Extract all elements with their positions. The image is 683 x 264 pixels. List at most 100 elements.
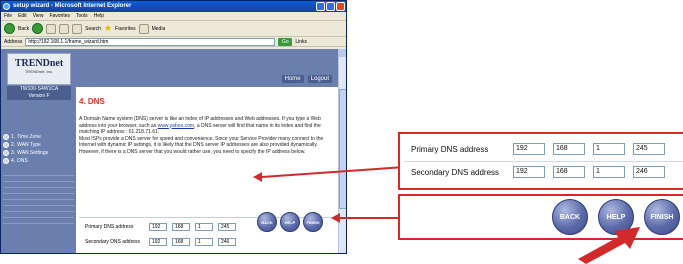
finish-pointer-arrow-icon bbox=[578, 227, 640, 264]
step-wan-type[interactable]: 2. WAN Type bbox=[3, 141, 74, 149]
menu-tools[interactable]: Tools bbox=[76, 12, 88, 20]
zoom-secondary-octet-4[interactable]: 246 bbox=[633, 166, 665, 178]
brand-logo-box: TRENDnet TRENDnet, Inc. bbox=[7, 53, 71, 85]
favorites-label[interactable]: Favorites bbox=[115, 26, 136, 32]
menu-view[interactable]: View bbox=[33, 12, 44, 20]
model-name: TW100-S4W1CA bbox=[19, 86, 59, 92]
home-link[interactable]: Home bbox=[281, 75, 304, 83]
arrow-line-buttons bbox=[339, 217, 399, 219]
stop-icon[interactable] bbox=[46, 23, 57, 34]
brand-logo: TRENDnet bbox=[14, 58, 64, 69]
arrow-head-dns bbox=[253, 172, 262, 182]
media-label[interactable]: Media bbox=[152, 26, 166, 32]
zoom-primary-label: Primary DNS address bbox=[411, 144, 489, 154]
zoom-primary-octet-1[interactable]: 192 bbox=[513, 143, 545, 155]
secondary-dns-label: Secondary DNS address bbox=[85, 239, 141, 245]
step-bullet-icon bbox=[3, 134, 9, 140]
scroll-thumb[interactable] bbox=[339, 89, 346, 209]
address-label: Address bbox=[4, 38, 23, 45]
menu-favorites[interactable]: Favorites bbox=[49, 12, 70, 20]
arrow-head-buttons bbox=[331, 213, 340, 223]
back-button[interactable]: BACK bbox=[257, 212, 277, 232]
secondary-dns-octet-4[interactable]: 246 bbox=[218, 238, 236, 246]
zoom-finish-button[interactable]: FINISH bbox=[644, 199, 680, 235]
desc-text-3: Most ISPs provide a DNS server for speed… bbox=[79, 135, 324, 155]
logout-link[interactable]: Logout bbox=[307, 75, 332, 83]
step-num: 1. bbox=[11, 134, 16, 140]
help-button[interactable]: HELP bbox=[280, 212, 300, 232]
back-label[interactable]: Back bbox=[18, 26, 29, 32]
primary-dns-octet-4[interactable]: 245 bbox=[218, 223, 236, 231]
address-input[interactable]: http://192.168.1.1/frame_wizard.htm bbox=[25, 37, 276, 46]
scroll-up-button[interactable] bbox=[339, 49, 346, 57]
zoom-secondary-label: Secondary DNS address bbox=[411, 167, 500, 177]
back-arrow-icon[interactable] bbox=[4, 23, 15, 34]
step-num: 2. bbox=[11, 142, 16, 148]
close-button[interactable] bbox=[336, 2, 345, 11]
zoom-secondary-row: Secondary DNS address 192 168 1 246 bbox=[411, 165, 673, 179]
zoom-secondary-octet-1[interactable]: 192 bbox=[513, 166, 545, 178]
model-version: Version F bbox=[28, 93, 50, 99]
secondary-dns-row: Secondary DNS address 192 168 1 246 bbox=[79, 237, 337, 247]
page-scrollbar[interactable] bbox=[338, 49, 346, 253]
step-label: DNS bbox=[17, 158, 28, 164]
menu-file[interactable]: File bbox=[4, 12, 12, 20]
favorites-star-icon[interactable]: ★ bbox=[104, 23, 112, 34]
zoom-secondary-octet-2[interactable]: 168 bbox=[553, 166, 585, 178]
top-nav: Home Logout bbox=[281, 75, 332, 83]
browser-window: setup wizard - Microsoft Internet Explor… bbox=[0, 0, 347, 254]
zoom-primary-row: Primary DNS address 192 168 1 245 bbox=[411, 142, 673, 156]
refresh-icon[interactable] bbox=[59, 23, 70, 34]
secondary-dns-octet-2[interactable]: 168 bbox=[172, 238, 190, 246]
forward-arrow-icon[interactable] bbox=[32, 23, 44, 34]
secondary-dns-octet-3[interactable]: 1 bbox=[195, 238, 213, 246]
step-num: 3. bbox=[11, 150, 16, 156]
zoom-primary-octet-4[interactable]: 245 bbox=[633, 143, 665, 155]
brand-logo-sub: TRENDnet, Inc. bbox=[24, 69, 53, 74]
dns-zoom-callout: Primary DNS address 192 168 1 245 Second… bbox=[398, 132, 683, 190]
primary-dns-octet-2[interactable]: 168 bbox=[172, 223, 190, 231]
header-band: Home Logout bbox=[76, 49, 338, 87]
primary-dns-label: Primary DNS address bbox=[85, 224, 134, 230]
yahoo-link[interactable]: www.yahoo.com bbox=[158, 123, 194, 129]
sidebar-decoration bbox=[3, 175, 74, 229]
primary-dns-octet-3[interactable]: 1 bbox=[195, 223, 213, 231]
zoom-secondary-octet-3[interactable]: 1 bbox=[593, 166, 625, 178]
finish-button[interactable]: FINISH bbox=[303, 212, 323, 232]
go-button[interactable]: Go bbox=[278, 37, 293, 46]
wizard-main: 4. DNS A Domain Name system (DNS) server… bbox=[79, 91, 337, 246]
step-num: 4. bbox=[11, 158, 16, 164]
search-label[interactable]: Search bbox=[85, 26, 101, 32]
ie-icon bbox=[3, 3, 10, 10]
menu-bar: File Edit View Favorites Tools Help bbox=[1, 12, 346, 21]
minimize-button[interactable] bbox=[316, 2, 325, 11]
window-title: setup wizard - Microsoft Internet Explor… bbox=[13, 3, 132, 9]
step-time-zone[interactable]: 1. Time Zone bbox=[3, 133, 74, 141]
primary-dns-octet-1[interactable]: 192 bbox=[149, 223, 167, 231]
address-bar: Address http://192.168.1.1/frame_wizard.… bbox=[1, 37, 346, 47]
links-label[interactable]: Links bbox=[295, 39, 307, 45]
step-wan-settings[interactable]: 3. WAN Settings bbox=[3, 149, 74, 157]
media-icon[interactable] bbox=[138, 23, 149, 34]
browser-toolbar: Back Search ★ Favorites Media bbox=[1, 21, 346, 37]
menu-edit[interactable]: Edit bbox=[18, 12, 27, 20]
zoom-primary-octet-3[interactable]: 1 bbox=[593, 143, 625, 155]
step-label: WAN Type bbox=[17, 142, 41, 148]
model-info: TW100-S4W1CA Version F bbox=[7, 86, 71, 100]
zoom-divider bbox=[404, 161, 683, 162]
menu-help[interactable]: Help bbox=[94, 12, 104, 20]
dns-description: A Domain Name system (DNS) server is lik… bbox=[79, 116, 333, 155]
home-icon[interactable] bbox=[72, 23, 83, 34]
tutorial-figure: setup wizard - Microsoft Internet Explor… bbox=[0, 0, 683, 264]
web-content: TRENDnet TRENDnet, Inc. TW100-S4W1CA Ver… bbox=[1, 49, 346, 253]
wizard-buttons: BACK HELP FINISH bbox=[257, 212, 323, 232]
step-label: WAN Settings bbox=[17, 150, 49, 156]
wizard-steps: 1. Time Zone 2. WAN Type 3. WAN Settings bbox=[3, 133, 74, 165]
step-dns[interactable]: 4. DNS bbox=[3, 157, 74, 165]
step-bullet-icon bbox=[3, 142, 9, 148]
secondary-dns-octet-1[interactable]: 192 bbox=[149, 238, 167, 246]
step-label: Time Zone bbox=[17, 134, 41, 140]
maximize-button[interactable] bbox=[326, 2, 335, 11]
window-titlebar: setup wizard - Microsoft Internet Explor… bbox=[1, 1, 346, 12]
zoom-primary-octet-2[interactable]: 168 bbox=[553, 143, 585, 155]
